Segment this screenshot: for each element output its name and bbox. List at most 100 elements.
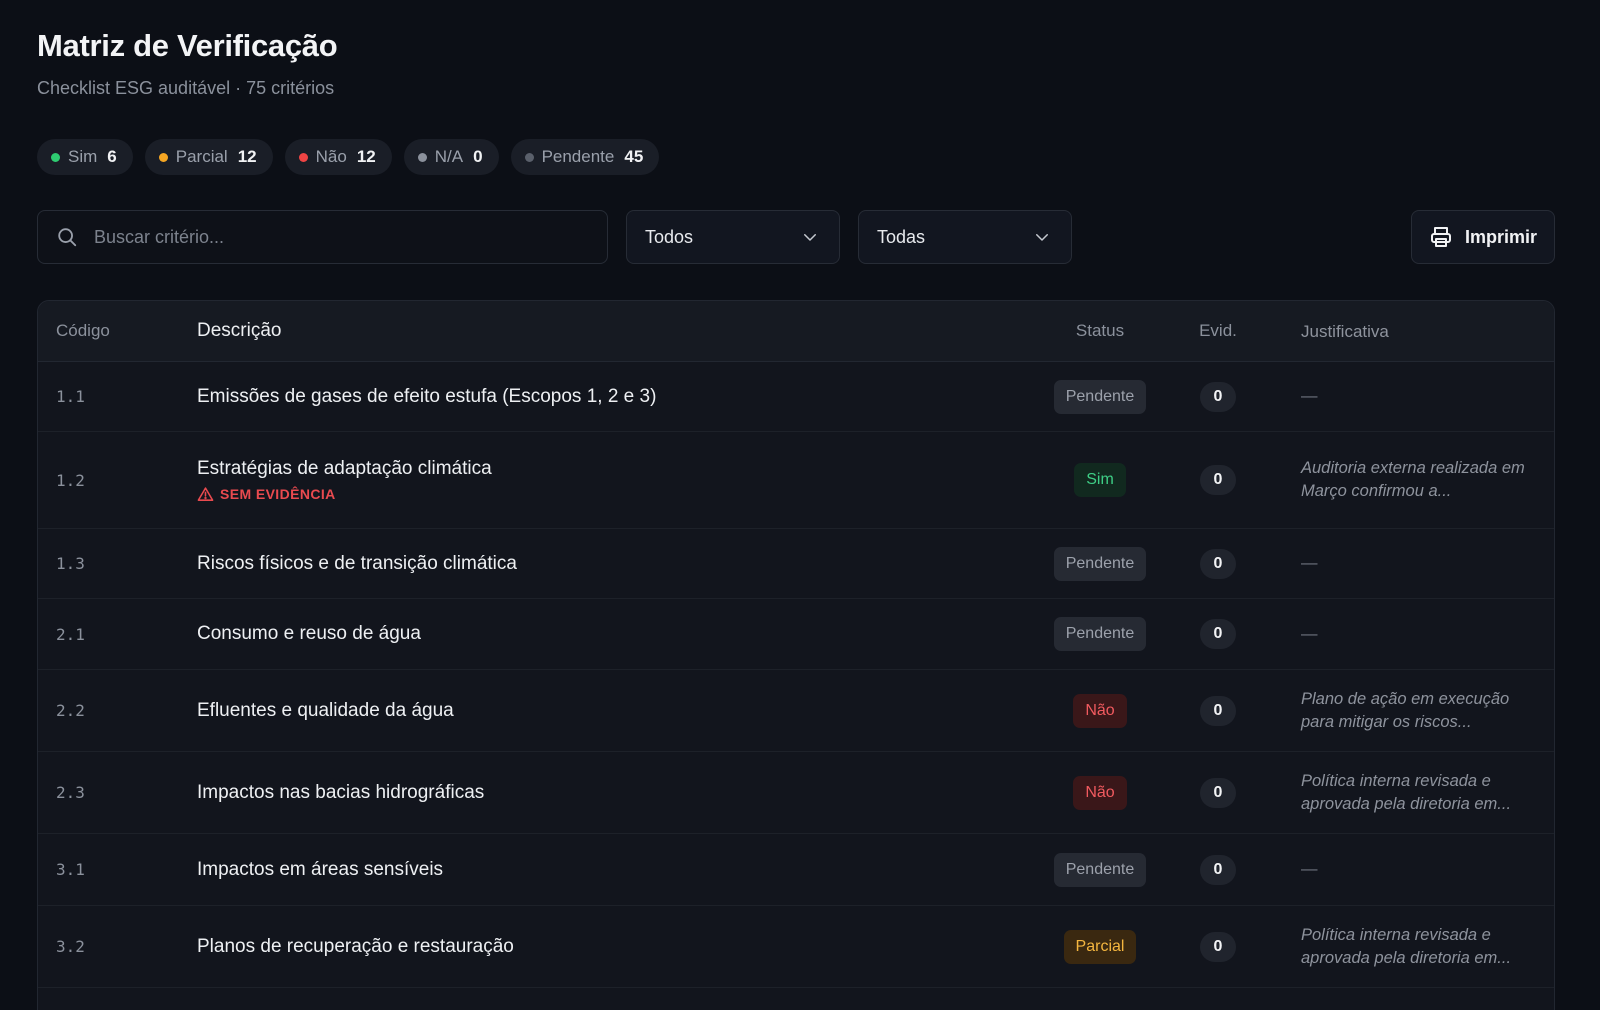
status-chip-label: Não <box>315 147 347 166</box>
chevron-down-icon <box>804 234 816 241</box>
evidence-count-badge[interactable]: 0 <box>1200 931 1236 962</box>
row-status-cell: Sim <box>1041 463 1159 497</box>
status-filter-value: Todos <box>645 226 694 247</box>
row-description-text: Impactos nas bacias hidrográficas <box>197 781 485 803</box>
status-badge[interactable]: Pendente <box>1053 546 1147 581</box>
status-badge[interactable]: Parcial <box>1063 929 1137 964</box>
row-code: 2.2 <box>56 701 85 720</box>
row-evidence-cell: 0 <box>1159 931 1277 962</box>
evidence-count-badge[interactable]: 0 <box>1200 548 1236 579</box>
row-status-cell: Não <box>1041 693 1159 728</box>
row-description-text: Consumo e reuso de água <box>197 623 421 644</box>
status-dot-icon <box>524 152 534 162</box>
status-dot-icon <box>158 152 168 162</box>
status-dot-icon <box>417 152 427 162</box>
row-evidence-cell: 0 <box>1159 854 1277 885</box>
row-description-text: Planos de recuperação e restauração <box>197 935 514 957</box>
print-button[interactable]: Imprimir <box>1411 210 1555 264</box>
evidence-count-badge[interactable]: 0 <box>1200 465 1236 495</box>
column-header-justification[interactable]: Justificativa <box>1277 320 1554 343</box>
row-code: 1.1 <box>56 387 85 406</box>
page-title: Matriz de Verificação <box>37 28 338 63</box>
row-description: Planos de recuperação e restauração <box>181 936 1041 958</box>
row-description: Estratégias de adaptação climática SEM EV… <box>181 458 1041 503</box>
status-filter-select[interactable]: Todos <box>626 210 840 264</box>
row-justification: Política interna revisada e aprovada pel… <box>1301 925 1512 967</box>
table-row[interactable]: 1.1 Emissões de gases de efeito estufa (E… <box>38 362 1554 432</box>
status-badge[interactable]: Sim <box>1074 463 1126 497</box>
print-button-label: Imprimir <box>1464 226 1538 247</box>
table-row[interactable]: 3.2 Planos de recuperação e restauração Pa… <box>38 906 1554 988</box>
row-code: 2.1 <box>56 624 85 644</box>
column-header-code[interactable]: Código <box>38 321 181 341</box>
status-chip[interactable]: Parcial 12 <box>144 139 273 175</box>
status-badge[interactable]: Pendente <box>1053 852 1147 887</box>
search-box[interactable] <box>37 210 608 264</box>
table-row[interactable]: 3.1 Impactos em áreas sensíveis Pendente 0 — <box>38 834 1554 906</box>
row-description: Efluentes e qualidade da água <box>181 700 1041 722</box>
page-subtitle: Checklist ESG auditável · 75 critérios <box>37 78 335 98</box>
row-evidence-cell: 0 <box>1159 465 1277 495</box>
row-justification: — <box>1301 554 1318 572</box>
row-description: Emissões de gases de efeito estufa (Esco… <box>181 386 1041 408</box>
row-evidence-cell: 0 <box>1159 548 1277 579</box>
warning-text: SEM EVIDÊNCIA <box>220 486 336 502</box>
chevron-down-icon <box>1036 234 1048 241</box>
row-description-text: Riscos físicos e de transição climática <box>197 552 517 574</box>
row-status-cell: Não <box>1041 775 1159 810</box>
row-evidence-cell: 0 <box>1159 695 1277 726</box>
row-description: Consumo e reuso de água <box>181 623 1041 645</box>
table-body: 1.1 Emissões de gases de efeito estufa (E… <box>38 362 1554 988</box>
table-row[interactable]: 2.3 Impactos nas bacias hidrográficas Não 0… <box>38 752 1554 834</box>
evidence-count-badge[interactable]: 0 <box>1200 619 1236 649</box>
status-chip-count: 6 <box>107 147 117 166</box>
table-row[interactable]: 1.2 Estratégias de adaptação climática SEM… <box>38 432 1554 529</box>
status-chip-count: 45 <box>624 147 644 166</box>
evidence-count-badge[interactable]: 0 <box>1200 695 1236 726</box>
status-dot-icon <box>298 152 308 162</box>
status-chip-label: Pendente <box>541 147 615 166</box>
status-badge[interactable]: Pendente <box>1053 617 1147 651</box>
row-justification: Plano de ação em execução para mitigar o… <box>1301 689 1510 731</box>
table-row[interactable]: 2.1 Consumo e reuso de água Pendente 0 — <box>38 599 1554 670</box>
row-status-cell: Pendente <box>1041 379 1159 414</box>
column-header-status[interactable]: Status <box>1041 321 1159 341</box>
row-status-cell: Pendente <box>1041 546 1159 581</box>
toolbar: Todos Todas Imprimir <box>37 210 1555 264</box>
row-evidence-cell: 0 <box>1159 619 1277 649</box>
row-code: 1.3 <box>56 554 85 573</box>
status-chip-count: 0 <box>473 147 483 166</box>
row-justification: — <box>1301 624 1318 643</box>
row-description-text: Efluentes e qualidade da água <box>197 699 454 721</box>
status-chip[interactable]: Sim 6 <box>37 139 133 175</box>
row-status-cell: Pendente <box>1041 852 1159 887</box>
evidence-count-badge[interactable]: 0 <box>1200 854 1236 885</box>
row-justification: — <box>1301 860 1318 878</box>
row-description: Impactos nas bacias hidrográficas <box>181 782 1041 804</box>
column-header-description[interactable]: Descrição <box>181 320 1041 342</box>
row-description: Riscos físicos e de transição climática <box>181 553 1041 575</box>
row-code: 1.2 <box>56 470 85 490</box>
row-justification: Política interna revisada e aprovada pel… <box>1301 771 1512 813</box>
warning-triangle-icon <box>197 486 214 501</box>
table-row[interactable]: 1.3 Riscos físicos e de transição climáti… <box>38 529 1554 599</box>
search-input[interactable] <box>94 226 554 248</box>
status-chip[interactable]: Pendente 45 <box>510 139 660 175</box>
column-header-evidence[interactable]: Evid. <box>1159 321 1277 341</box>
status-chip-label: Parcial <box>175 147 228 166</box>
status-badge[interactable]: Não <box>1073 775 1127 810</box>
status-badge[interactable]: Não <box>1073 693 1127 728</box>
search-icon <box>58 228 77 247</box>
row-description-text: Impactos em áreas sensíveis <box>197 858 444 880</box>
status-chip-label: N/A <box>434 147 464 166</box>
row-code: 3.2 <box>56 937 85 956</box>
row-evidence-cell: 0 <box>1159 381 1277 412</box>
row-description-text: Emissões de gases de efeito estufa (Esco… <box>197 385 657 407</box>
status-chip[interactable]: Não 12 <box>284 139 392 175</box>
status-chip[interactable]: N/A 0 <box>403 139 499 175</box>
evidence-count-badge[interactable]: 0 <box>1200 777 1236 808</box>
category-filter-select[interactable]: Todas <box>858 210 1072 264</box>
evidence-count-badge[interactable]: 0 <box>1200 381 1236 412</box>
status-badge[interactable]: Pendente <box>1053 379 1147 414</box>
table-row[interactable]: 2.2 Efluentes e qualidade da água Não 0 Plan… <box>38 670 1554 752</box>
